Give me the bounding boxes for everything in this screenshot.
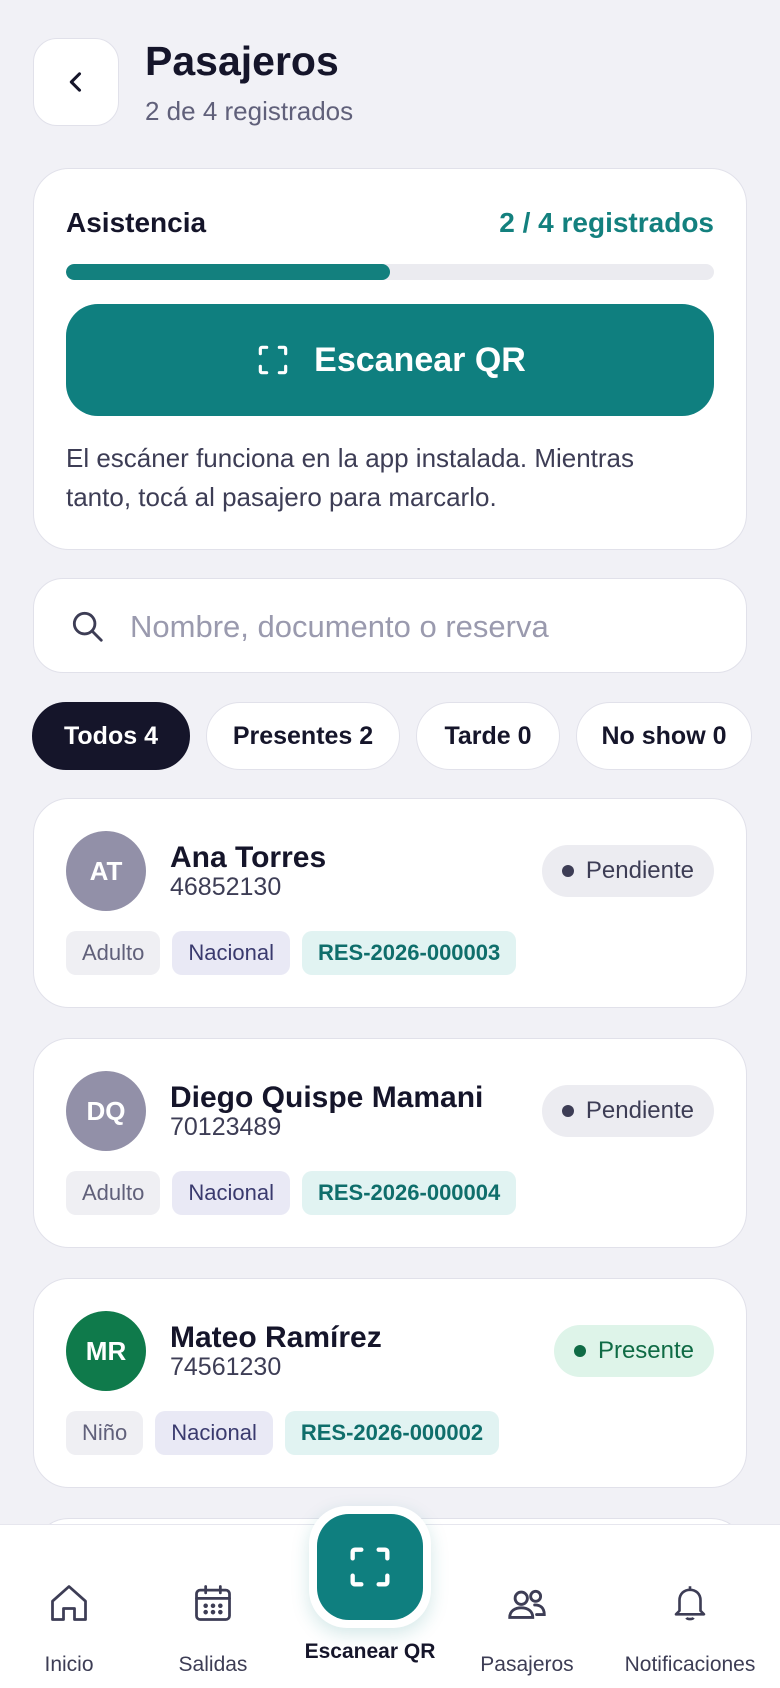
header: Pasajeros 2 de 4 registrados xyxy=(0,0,780,150)
tag-nationality: Nacional xyxy=(172,931,290,975)
calendar-icon xyxy=(195,1585,231,1621)
scan-qr-label: Escanear QR xyxy=(314,340,526,379)
nav-item-inicio[interactable]: Inicio xyxy=(0,1525,144,1688)
nav-item-escanear-qr[interactable] xyxy=(317,1514,423,1620)
passenger-name: Diego Quispe Mamani xyxy=(170,1081,484,1114)
scanner-note: El escáner funciona en la app instalada.… xyxy=(66,443,635,512)
tag-nationality: Nacional xyxy=(155,1411,273,1455)
tag-reservation: RES-2026-000003 xyxy=(302,931,517,975)
filter-chip-presentes[interactable]: Presentes 2 xyxy=(206,702,400,770)
users-icon xyxy=(508,1589,546,1619)
passenger-document: 70123489 xyxy=(170,1113,282,1141)
avatar: MR xyxy=(66,1311,146,1391)
status-dot-icon xyxy=(573,1345,586,1357)
passenger-card[interactable]: AT Ana Torres 46852130 Pendiente Adulto … xyxy=(33,798,747,1008)
tag-age: Adulto xyxy=(66,1171,161,1215)
nav-label-escanear-qr[interactable]: Escanear QR xyxy=(290,1640,450,1664)
status-label: Presente xyxy=(597,1337,694,1364)
filter-chip-todos[interactable]: Todos 4 xyxy=(32,702,190,770)
passenger-tags: Adulto Nacional RES-2026-000003 xyxy=(66,931,517,975)
attendance-progress-bar xyxy=(66,264,714,280)
attendance-progress-fill xyxy=(66,264,390,280)
attendance-card: Asistencia 2 / 4 registrados Escanear QR… xyxy=(33,168,747,550)
status-dot-icon xyxy=(561,865,574,877)
scan-icon xyxy=(350,1547,390,1587)
passenger-card[interactable]: MR Mateo Ramírez 74561230 Presente Niño … xyxy=(33,1278,747,1488)
nav-label: Notificaciones xyxy=(624,1653,756,1676)
nav-item-pasajeros[interactable]: Pasajeros xyxy=(452,1525,602,1688)
chevron-left-icon xyxy=(69,72,82,92)
attendance-count: 2 / 4 registrados xyxy=(499,207,714,238)
search-icon xyxy=(72,611,103,642)
nav-label: Pasajeros xyxy=(480,1653,574,1676)
status-label: Pendiente xyxy=(585,857,694,884)
tag-nationality: Nacional xyxy=(172,1171,290,1215)
scan-qr-button[interactable]: Escanear QR xyxy=(66,304,714,416)
search-box xyxy=(33,578,747,673)
status-badge: Pendiente xyxy=(541,845,714,897)
scan-fab-container xyxy=(309,1506,431,1628)
passenger-card[interactable]: DQ Diego Quispe Mamani 70123489 Pendient… xyxy=(33,1038,747,1248)
nav-item-salidas[interactable]: Salidas xyxy=(138,1525,288,1688)
tag-reservation: RES-2026-000002 xyxy=(284,1411,500,1455)
passenger-name: Mateo Ramírez xyxy=(170,1321,382,1354)
avatar: AT xyxy=(66,831,146,911)
passenger-document: 74561230 xyxy=(170,1353,282,1381)
passenger-document: 46852130 xyxy=(170,873,282,901)
tag-age: Adulto xyxy=(66,931,161,975)
passenger-tags: Niño Nacional RES-2026-000002 xyxy=(66,1411,500,1455)
status-dot-icon xyxy=(561,1105,574,1117)
status-badge: Pendiente xyxy=(541,1085,714,1137)
passenger-name: Ana Torres xyxy=(170,841,327,874)
back-button[interactable] xyxy=(33,38,119,126)
nav-item-notificaciones[interactable]: Notificaciones xyxy=(600,1525,780,1688)
filter-chip-tarde[interactable]: Tarde 0 xyxy=(416,702,560,770)
filter-chip-no-show[interactable]: No show 0 xyxy=(576,702,752,770)
nav-label: Salidas xyxy=(178,1653,248,1676)
page-subtitle: 2 de 4 registrados xyxy=(145,96,354,126)
status-label: Pendiente xyxy=(585,1097,694,1124)
tag-reservation: RES-2026-000004 xyxy=(302,1171,517,1215)
attendance-label: Asistencia xyxy=(66,207,207,238)
scan-icon xyxy=(258,345,288,375)
page-title: Pasajeros xyxy=(145,38,339,84)
avatar: DQ xyxy=(66,1071,146,1151)
search-input[interactable] xyxy=(130,599,710,654)
tag-age: Niño xyxy=(66,1411,144,1455)
status-badge: Presente xyxy=(553,1325,714,1377)
nav-label: Inicio xyxy=(44,1653,94,1676)
bell-icon xyxy=(674,1586,706,1621)
passenger-tags: Adulto Nacional RES-2026-000004 xyxy=(66,1171,517,1215)
home-icon xyxy=(51,1585,87,1621)
filter-chips: Todos 4 Presentes 2 Tarde 0 No show 0 xyxy=(32,702,780,770)
